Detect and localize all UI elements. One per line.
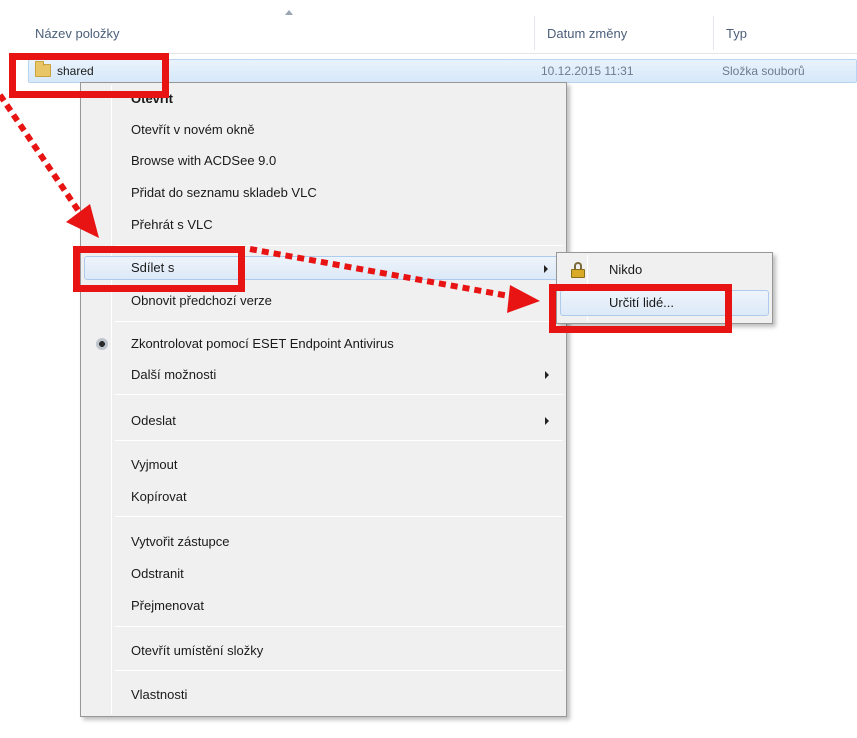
- menu-item-label: Browse with ACDSee 9.0: [131, 153, 277, 168]
- menu-item-eset-scan[interactable]: Zkontrolovat pomocí ESET Endpoint Antivi…: [84, 332, 563, 356]
- column-header-bar: Název položky Datum změny Typ: [10, 10, 857, 54]
- submenu-item-nobody[interactable]: Nikdo: [560, 257, 769, 283]
- menu-separator: [115, 670, 563, 671]
- menu-separator: [115, 394, 563, 395]
- menu-item-copy[interactable]: Kopírovat: [84, 485, 563, 509]
- annotation-box-specific-people: [549, 284, 732, 333]
- column-divider[interactable]: [713, 16, 714, 50]
- menu-item-label: Vytvořit zástupce: [131, 534, 230, 549]
- menu-item-label: Zkontrolovat pomocí ESET Endpoint Antivi…: [131, 336, 394, 351]
- column-divider[interactable]: [534, 16, 535, 50]
- submenu-item-label: Nikdo: [609, 262, 643, 277]
- menu-item-label: Přidat do seznamu skladeb VLC: [131, 185, 317, 200]
- menu-item-vlc-add[interactable]: Přidat do seznamu skladeb VLC: [84, 181, 563, 205]
- menu-item-cut[interactable]: Vyjmout: [84, 453, 563, 477]
- menu-item-label: Vyjmout: [131, 457, 178, 472]
- file-date: 10.12.2015 11:31: [541, 64, 634, 78]
- menu-item-properties[interactable]: Vlastnosti: [84, 683, 563, 707]
- menu-item-restore-versions[interactable]: Obnovit předchozí verze: [84, 289, 563, 313]
- menu-separator: [115, 516, 563, 517]
- submenu-arrow-icon: [545, 417, 549, 425]
- menu-gutter: [111, 85, 112, 714]
- submenu-arrow-icon: [544, 265, 548, 273]
- menu-item-label: Obnovit předchozí verze: [131, 293, 272, 308]
- menu-item-vlc-play[interactable]: Přehrát s VLC: [84, 213, 563, 237]
- column-header-date[interactable]: Datum změny: [547, 24, 627, 44]
- menu-item-delete[interactable]: Odstranit: [84, 562, 563, 586]
- menu-separator: [115, 321, 563, 322]
- menu-item-label: Otevřít umístění složky: [131, 643, 264, 658]
- menu-item-label: Další možnosti: [131, 367, 217, 382]
- annotation-box-share-with: [73, 246, 245, 292]
- sort-ascending-icon: [285, 10, 293, 15]
- annotation-box-folder: [9, 53, 169, 98]
- menu-item-label: Kopírovat: [131, 489, 187, 504]
- column-header-name[interactable]: Název položky: [35, 24, 120, 44]
- column-header-type[interactable]: Typ: [726, 24, 747, 44]
- file-type: Složka souborů: [722, 64, 805, 78]
- menu-item-label: Otevřít v novém okně: [131, 122, 255, 137]
- submenu-arrow-icon: [545, 371, 549, 379]
- menu-item-label: Odeslat: [131, 413, 176, 428]
- menu-item-label: Vlastnosti: [131, 687, 188, 702]
- lock-icon: [571, 262, 585, 278]
- menu-separator: [115, 440, 563, 441]
- eset-shield-icon: [96, 338, 108, 350]
- context-menu: Otevřít Otevřít v novém okně Browse with…: [80, 82, 567, 717]
- menu-item-label: Přehrát s VLC: [131, 217, 213, 232]
- menu-separator: [115, 626, 563, 627]
- menu-item-acdsee[interactable]: Browse with ACDSee 9.0: [84, 149, 563, 173]
- menu-item-label: Odstranit: [131, 566, 184, 581]
- menu-item-rename[interactable]: Přejmenovat: [84, 594, 563, 618]
- menu-item-more-options[interactable]: Další možnosti: [84, 363, 563, 387]
- menu-item-open-new-window[interactable]: Otevřít v novém okně: [84, 118, 563, 142]
- menu-item-send-to[interactable]: Odeslat: [84, 409, 563, 433]
- menu-item-create-shortcut[interactable]: Vytvořit zástupce: [84, 530, 563, 554]
- menu-item-open-location[interactable]: Otevřít umístění složky: [84, 639, 563, 663]
- menu-item-label: Přejmenovat: [131, 598, 204, 613]
